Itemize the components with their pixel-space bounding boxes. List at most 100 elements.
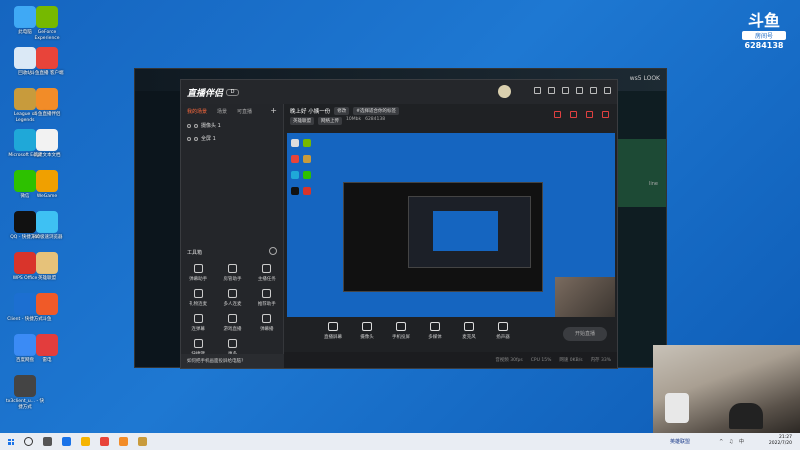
- tool-label: 主播任务: [257, 277, 276, 282]
- edit-tag[interactable]: 修改: [334, 107, 350, 115]
- room-title: 晚上好 小姨一份: [290, 109, 331, 115]
- control-button[interactable]: 摄像头: [356, 322, 378, 340]
- toolbox-settings-icon[interactable]: [269, 247, 277, 255]
- desktop-icon[interactable]: WeGame: [26, 170, 68, 200]
- lock-icon[interactable]: [194, 136, 198, 141]
- search-icon[interactable]: [24, 437, 33, 446]
- desktop-icon-label: 斗鱼: [42, 317, 52, 322]
- desktop-icon[interactable]: 英雄联盟: [26, 252, 68, 282]
- tab-available[interactable]: 可直播: [237, 108, 252, 115]
- tool-icon: [193, 264, 203, 273]
- close-icon[interactable]: [604, 87, 611, 94]
- tab-my-scene[interactable]: 我的场景: [187, 108, 207, 115]
- tool-icon: [193, 314, 203, 323]
- control-label: 手机投屏: [392, 335, 410, 340]
- system-tray[interactable]: ^ ♫ 中: [719, 438, 746, 445]
- tool-item[interactable]: 弹幕播: [250, 314, 284, 332]
- edge-taskbar-icon[interactable]: [62, 437, 71, 446]
- menu-icon[interactable]: [562, 87, 569, 94]
- desktop-icon[interactable]: 斗鱼: [26, 293, 68, 323]
- control-icon: [430, 322, 440, 331]
- app-badge: D: [226, 88, 240, 96]
- lol-left-panel: [135, 91, 181, 367]
- room-id-text: 6284138: [365, 117, 386, 122]
- preview-camera-feed: [555, 277, 615, 317]
- source-item-camera[interactable]: 摄像头 1: [181, 119, 283, 132]
- share-icon[interactable]: [570, 111, 577, 118]
- taskbar-game-label[interactable]: 英雄联盟: [670, 438, 690, 445]
- nested-preview-3: [433, 211, 498, 251]
- preview-desktop-icon: [303, 139, 311, 147]
- add-scene-icon[interactable]: +: [270, 107, 277, 115]
- category-tag[interactable]: 英雄联盟: [290, 117, 314, 125]
- visibility-icon[interactable]: [187, 136, 191, 141]
- toolbox-grid: 弹幕助手房管助手主播任务礼物连麦多人连麦推荐助手连弹幕游戏直播弹幕播快捷键更多: [181, 264, 284, 357]
- control-button[interactable]: 麦克风: [458, 322, 480, 340]
- control-button[interactable]: 手机投屏: [390, 322, 412, 340]
- tool-item[interactable]: 游戏直播: [215, 314, 249, 332]
- data-icon[interactable]: [586, 111, 593, 118]
- network-tag: 网络上传: [318, 117, 342, 125]
- settings-icon[interactable]: [534, 87, 541, 94]
- streamer-figure: [729, 403, 763, 429]
- app-icon: [36, 88, 58, 110]
- app-icon: [36, 129, 58, 151]
- explorer-taskbar-icon[interactable]: [81, 437, 90, 446]
- desktop-icon-label: WeGame: [36, 194, 58, 199]
- start-live-button[interactable]: 开始直播: [563, 327, 607, 341]
- desktop-icon[interactable]: GeForce Experience: [26, 6, 68, 42]
- tool-label: 推荐助手: [257, 302, 276, 307]
- minimize-icon[interactable]: [576, 87, 583, 94]
- douyu-companion-taskbar-icon[interactable]: [119, 437, 128, 446]
- room-sub-info: 英雄联盟 网络上传 10Mbk 6284138: [290, 117, 385, 125]
- control-button[interactable]: 多媒体: [424, 322, 446, 340]
- source-item-fullscreen[interactable]: 全屏 1: [181, 132, 283, 145]
- lol-taskbar-icon[interactable]: [138, 437, 147, 446]
- bottom-tip[interactable]: 如何把手机画面投屏给电脑?: [181, 354, 284, 368]
- live-companion-window[interactable]: 直播伴侣 D 我的场景 场景 可直播 + 摄像头 1 全屏 1 工具箱 弹幕助手…: [180, 79, 618, 369]
- tool-icon: [262, 289, 272, 298]
- preview-desktop-icon: [291, 187, 299, 195]
- maximize-icon[interactable]: [590, 87, 597, 94]
- desktop-icon[interactable]: 斗鱼直播 客户端: [26, 47, 68, 77]
- skin-icon[interactable]: [548, 87, 555, 94]
- tool-item[interactable]: 房管助手: [215, 264, 249, 282]
- control-label: 麦克风: [462, 335, 476, 340]
- stream-preview[interactable]: [287, 133, 615, 317]
- clock[interactable]: 21:27 2022/7/20: [769, 435, 792, 447]
- control-button[interactable]: 直播屏幕: [322, 322, 344, 340]
- tool-item[interactable]: 主播任务: [250, 264, 284, 282]
- desktop-icon[interactable]: tx3client_u... - 快捷方式: [4, 375, 46, 411]
- room-action-icons: [554, 111, 609, 118]
- desktop-icon[interactable]: 雷电: [26, 334, 68, 364]
- desktop-icon[interactable]: 360极速浏览器: [26, 211, 68, 241]
- scene-tabs: 我的场景 场景 可直播 +: [181, 104, 283, 119]
- tool-item[interactable]: 多人连麦: [215, 289, 249, 307]
- tool-item[interactable]: 连弹幕: [181, 314, 215, 332]
- app-icon: [36, 211, 58, 233]
- control-button[interactable]: 扬声器: [492, 322, 514, 340]
- tab-scene[interactable]: 场景: [217, 108, 227, 115]
- tool-item[interactable]: 弹幕助手: [181, 264, 215, 282]
- tool-item[interactable]: 礼物连麦: [181, 289, 215, 307]
- tool-item[interactable]: 推荐助手: [250, 289, 284, 307]
- windows-start-icon[interactable]: [8, 438, 14, 445]
- nested-preview-2: [408, 196, 531, 268]
- chrome-taskbar-icon[interactable]: [100, 437, 109, 446]
- control-icon: [498, 322, 508, 331]
- room-label: 房间号: [742, 31, 786, 40]
- task-view-icon[interactable]: [43, 437, 52, 446]
- desktop-icon-label: 斗鱼直播 客户端: [30, 71, 64, 76]
- avatar[interactable]: [498, 85, 511, 98]
- visibility-icon[interactable]: [187, 123, 191, 128]
- more-icon[interactable]: [602, 111, 609, 118]
- topic-tag[interactable]: #选择适合你的标签: [353, 107, 400, 115]
- lock-icon[interactable]: [194, 123, 198, 128]
- app-icon: [36, 47, 58, 69]
- gift-icon[interactable]: [554, 111, 561, 118]
- source-label: 摄像头 1: [201, 123, 221, 129]
- desktop-icon-label: 英雄联盟: [38, 276, 56, 281]
- control-icon: [464, 322, 474, 331]
- desktop-icon[interactable]: 新建文本文档: [26, 129, 68, 159]
- desktop-icon[interactable]: 斗鱼直播伴侣: [26, 88, 68, 118]
